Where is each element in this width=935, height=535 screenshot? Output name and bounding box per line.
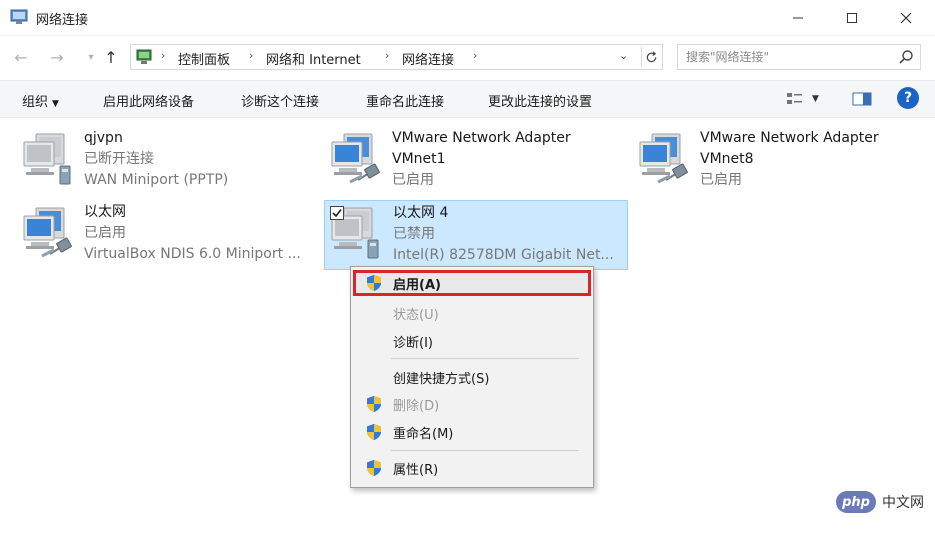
preview-pane-icon — [852, 92, 872, 106]
breadcrumb-separator-icon: › — [385, 49, 390, 62]
connection-name: VMware Network Adapter — [700, 130, 879, 146]
connection-status: 已断开连接 — [84, 151, 154, 167]
menu-item-label: 重命名(M) — [393, 427, 454, 442]
connection-item-vmnet8[interactable]: VMware Network Adapter VMnet8 已启用 — [636, 128, 926, 194]
uac-shield-icon — [365, 459, 383, 477]
connection-item-ethernet[interactable]: 以太网 已启用 VirtualBox NDIS 6.0 Miniport ... — [20, 202, 320, 268]
connection-item-vmnet1[interactable]: VMware Network Adapter VMnet1 已启用 — [328, 128, 618, 194]
connection-status: 已启用 — [84, 225, 126, 241]
breadcrumb-network-connections[interactable]: 网络连接 — [402, 49, 454, 68]
diagnose-button[interactable]: 诊断这个连接 — [241, 91, 319, 110]
uac-shield-icon — [365, 395, 383, 413]
connection-status: 已启用 — [700, 172, 742, 188]
connection-name: qjvpn — [84, 130, 123, 146]
menu-item-label: 启用(A) — [393, 278, 441, 293]
menu-separator — [391, 358, 579, 359]
change-settings-button[interactable]: 更改此连接的设置 — [488, 91, 592, 110]
search-box[interactable] — [677, 44, 921, 70]
view-options-icon — [787, 93, 802, 104]
organize-button[interactable]: 组织 ▼ — [22, 91, 59, 110]
address-row: ← → ▾ ↑ › 控制面板 › 网络和 Internet › 网络连接 › ⌄ — [0, 36, 935, 76]
maximize-icon[interactable] — [829, 0, 875, 36]
watermark-logo: php — [836, 491, 876, 513]
network-connections-app-icon — [10, 9, 28, 24]
vpn-connection-icon — [20, 130, 76, 186]
view-dropdown-chevron-icon: ▼ — [812, 94, 819, 104]
connection-device: WAN Miniport (PPTP) — [84, 172, 229, 188]
menu-item-delete: 删除(D) — [353, 391, 591, 417]
forward-arrow-icon[interactable]: → — [46, 46, 68, 68]
connection-name: VMware Network Adapter — [392, 130, 571, 146]
enable-device-button[interactable]: 启用此网络设备 — [103, 91, 194, 110]
address-bar[interactable]: › 控制面板 › 网络和 Internet › 网络连接 › ⌄ — [130, 44, 663, 70]
connection-name: 以太网 — [84, 204, 126, 220]
close-icon[interactable] — [883, 0, 929, 36]
watermark: php 中文网 — [836, 490, 924, 514]
breadcrumb-separator-icon: › — [249, 49, 254, 62]
change-view-button[interactable]: ▼ — [786, 89, 819, 109]
connection-status: 已启用 — [392, 172, 434, 188]
window-title: 网络连接 — [36, 13, 89, 28]
context-menu: 启用(A) 状态(U) 诊断(I) 创建快捷方式(S) 删除(D) 重命名(M)… — [350, 266, 594, 488]
connection-device: Intel(R) 82578DM Gigabit Net... — [393, 247, 614, 263]
network-adapter-icon — [328, 130, 384, 186]
title-bar: 网络连接 — [0, 0, 935, 36]
menu-item-properties[interactable]: 属性(R) — [353, 455, 591, 481]
uac-shield-icon — [365, 423, 383, 441]
breadcrumb-network-internet[interactable]: 网络和 Internet — [266, 49, 361, 68]
watermark-text: 中文网 — [882, 495, 924, 511]
search-icon[interactable] — [898, 49, 914, 65]
checkbox-checked-icon[interactable] — [330, 206, 344, 220]
connection-subname: VMnet1 — [392, 151, 446, 167]
menu-separator — [391, 450, 579, 451]
connection-status: 已禁用 — [393, 226, 435, 242]
organize-label: 组织 — [22, 95, 49, 110]
menu-item-label: 创建快捷方式(S) — [393, 372, 490, 387]
breadcrumb-control-panel[interactable]: 控制面板 — [178, 49, 230, 68]
menu-item-rename[interactable]: 重命名(M) — [353, 419, 591, 445]
network-adapter-icon — [636, 130, 692, 186]
back-arrow-icon[interactable]: ← — [10, 46, 32, 68]
menu-item-enable[interactable]: 启用(A) — [353, 270, 591, 296]
breadcrumb-separator-icon: › — [473, 49, 478, 62]
refresh-icon[interactable] — [641, 47, 661, 67]
menu-item-status: 状态(U) — [353, 300, 591, 326]
command-bar: 组织 ▼ 启用此网络设备 诊断这个连接 重命名此连接 更改此连接的设置 ▼ — [0, 80, 935, 118]
recent-locations-chevron-icon[interactable]: ▾ — [80, 46, 102, 68]
menu-item-label: 属性(R) — [393, 463, 439, 478]
up-arrow-icon[interactable]: ↑ — [100, 46, 122, 68]
connection-item-qjvpn[interactable]: qjvpn 已断开连接 WAN Miniport (PPTP) — [20, 128, 300, 194]
connection-device: VirtualBox NDIS 6.0 Miniport ... — [84, 246, 301, 262]
connection-item-ethernet-4[interactable]: 以太网 4 已禁用 Intel(R) 82578DM Gigabit Net..… — [324, 200, 628, 270]
menu-item-label: 删除(D) — [393, 399, 440, 414]
minimize-icon[interactable] — [775, 0, 821, 36]
preview-pane-button[interactable] — [852, 89, 872, 109]
menu-item-label: 诊断(I) — [393, 336, 433, 351]
address-dropdown-chevron-icon[interactable]: ⌄ — [619, 49, 628, 62]
menu-item-diagnose[interactable]: 诊断(I) — [353, 328, 591, 354]
control-panel-icon — [136, 49, 152, 64]
uac-shield-icon — [365, 274, 383, 292]
rename-button[interactable]: 重命名此连接 — [366, 91, 444, 110]
connection-name: 以太网 4 — [393, 205, 449, 221]
help-icon[interactable]: ? — [897, 87, 919, 109]
breadcrumb-separator-icon: › — [161, 49, 166, 62]
menu-item-label: 状态(U) — [393, 308, 439, 323]
search-input[interactable] — [686, 48, 886, 66]
chevron-down-icon: ▼ — [52, 99, 59, 109]
menu-item-create-shortcut[interactable]: 创建快捷方式(S) — [353, 364, 591, 390]
network-adapter-icon — [20, 204, 76, 260]
connection-subname: VMnet8 — [700, 151, 754, 167]
